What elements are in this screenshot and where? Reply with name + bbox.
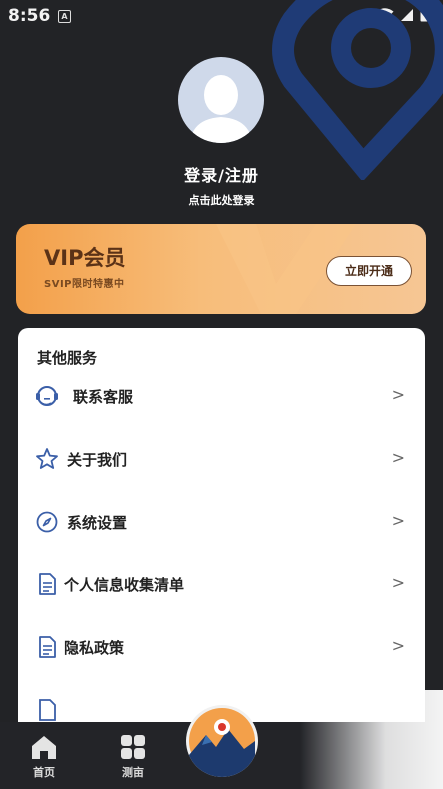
service-about-us[interactable]: 关于我们 > — [18, 439, 425, 479]
service-contact-support[interactable]: 联系客服 > — [18, 376, 425, 416]
vip-subtitle: SVIP限时特惠中 — [44, 279, 125, 290]
compass-icon — [36, 511, 58, 533]
service-label: 隐私政策 — [64, 639, 125, 657]
document-icon — [39, 636, 56, 658]
chevron-right-icon: > — [391, 511, 405, 530]
services-panel: 其他服务 联系客服 > 关于我们 > 系统设置 > 个人信息收集清单 > 隐私政… — [18, 328, 425, 738]
star-icon — [36, 448, 58, 469]
service-label: 个人信息收集清单 — [64, 576, 185, 594]
headset-icon — [36, 386, 58, 406]
login-subtitle[interactable]: 点击此处登录 — [0, 192, 443, 208]
service-label: 系统设置 — [67, 514, 128, 532]
document-icon — [39, 573, 56, 595]
chevron-right-icon: > — [391, 636, 405, 655]
chevron-right-icon: > — [391, 385, 405, 404]
nav-measure[interactable]: 测亩 — [103, 722, 163, 789]
grid-icon — [121, 735, 145, 759]
chevron-right-icon: > — [391, 573, 405, 592]
services-title: 其他服务 — [37, 349, 98, 367]
nav-home[interactable]: 首页 — [14, 722, 74, 789]
service-label: 关于我们 — [67, 451, 128, 469]
document-icon — [39, 699, 56, 721]
home-icon — [32, 736, 56, 759]
nav-measure-label: 测亩 — [122, 766, 144, 779]
vip-card[interactable]: VIP会员 SVIP限时特惠中 立即开通 — [16, 224, 426, 314]
location-pin-decor-icon — [272, 0, 443, 180]
avatar[interactable] — [178, 57, 264, 143]
service-system-settings[interactable]: 系统设置 > — [18, 502, 425, 542]
vip-open-button[interactable]: 立即开通 — [326, 256, 412, 286]
nav-home-label: 首页 — [33, 766, 55, 779]
service-personal-info-list[interactable]: 个人信息收集清单 > — [18, 564, 425, 604]
vip-title: VIP会员 — [44, 246, 126, 270]
login-title[interactable]: 登录/注册 — [0, 162, 443, 186]
notification-icon: A — [58, 10, 71, 23]
center-map-button[interactable] — [186, 705, 258, 777]
service-privacy-policy[interactable]: 隐私政策 > — [18, 627, 425, 667]
mountain-location-icon — [189, 708, 255, 777]
service-label: 联系客服 — [73, 388, 134, 406]
overlay-fade — [300, 690, 443, 789]
status-time: 8:56 — [8, 6, 51, 26]
user-icon — [190, 75, 252, 143]
chevron-right-icon: > — [391, 448, 405, 467]
